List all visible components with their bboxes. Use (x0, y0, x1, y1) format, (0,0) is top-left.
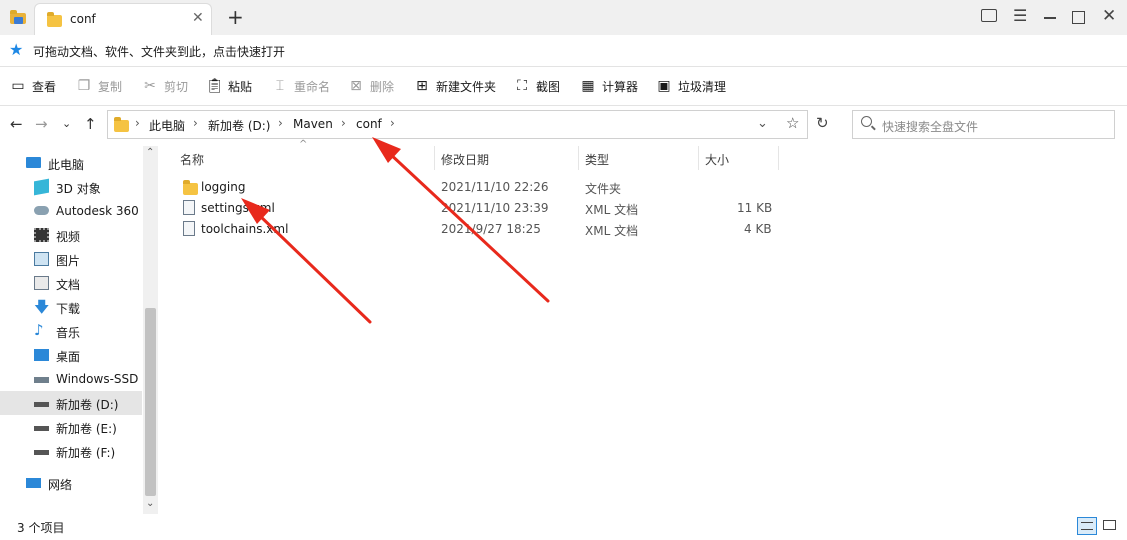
large-icons-view-icon[interactable] (1103, 520, 1116, 530)
annotation-arrows (241, 137, 550, 324)
details-view-lines-icon (1081, 522, 1093, 530)
arrow-to-settings (241, 198, 372, 324)
status-bar: 3 个项目 (0, 514, 1127, 540)
item-count: 3 个项目 (17, 521, 65, 535)
arrow-to-conf (372, 137, 550, 303)
